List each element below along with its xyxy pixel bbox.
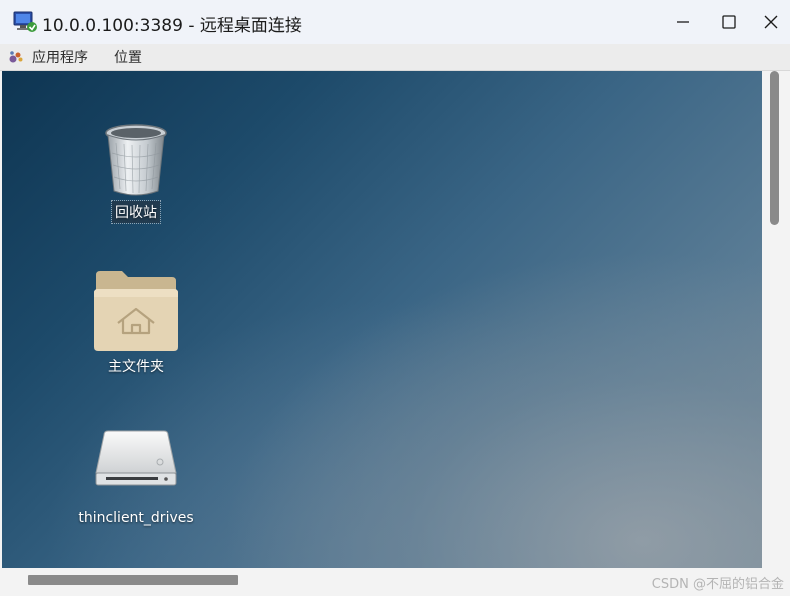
remote-desktop-window: 10.0.0.100:3389 - 远程桌面连接 应用程序 位置 回收站 主文件…: [0, 0, 790, 596]
desktop-menu-bar: 应用程序 位置: [0, 44, 790, 71]
desktop-icon-home[interactable]: 主文件夹: [71, 267, 201, 377]
gnome-foot-icon: [9, 51, 23, 63]
close-button[interactable]: [752, 0, 790, 44]
vertical-scroll-thumb[interactable]: [770, 71, 779, 225]
desktop-icon-thinclient-drives[interactable]: thinclient_drives: [71, 429, 201, 527]
horizontal-scroll-thumb[interactable]: [28, 575, 238, 585]
remote-desktop-area[interactable]: 回收站 主文件夹 thinclient_drives: [2, 71, 762, 568]
vertical-scrollbar[interactable]: [764, 71, 786, 568]
places-menu[interactable]: 位置: [114, 44, 142, 70]
home-folder-icon: [94, 271, 178, 351]
desktop-icon-trash[interactable]: 回收站: [71, 123, 201, 224]
applications-menu[interactable]: 应用程序: [8, 44, 88, 70]
desktop-icon-label: thinclient_drives: [78, 510, 194, 526]
remote-desktop-icon: [13, 11, 37, 32]
minimize-button[interactable]: [660, 0, 706, 44]
close-icon: [764, 15, 778, 29]
drive-icon: [95, 430, 177, 486]
minimize-icon: [677, 21, 689, 23]
title-bar[interactable]: 10.0.0.100:3389 - 远程桌面连接: [0, 0, 790, 44]
desktop-icon-label: 主文件夹: [108, 359, 164, 375]
horizontal-scrollbar[interactable]: [2, 570, 762, 592]
maximize-button[interactable]: [706, 0, 752, 44]
places-menu-label: 位置: [114, 50, 142, 66]
maximize-icon: [722, 15, 736, 29]
trash-icon: [105, 124, 167, 196]
window-title: 10.0.0.100:3389 - 远程桌面连接: [42, 16, 302, 36]
applications-menu-label: 应用程序: [32, 50, 88, 66]
watermark: CSDN @不屈的铝合金: [651, 577, 784, 592]
desktop-icon-label: 回收站: [111, 200, 161, 224]
